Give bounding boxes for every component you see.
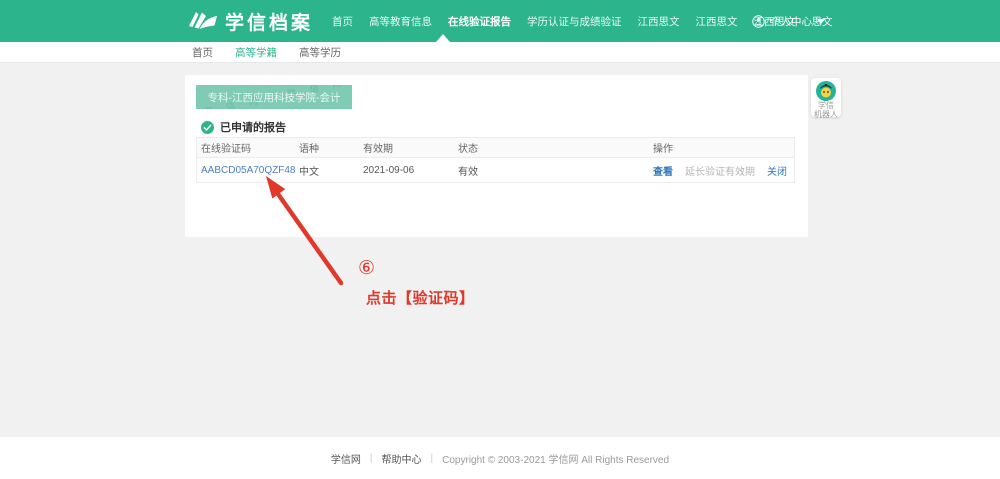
page: 学信档案 首页 高等教育信息 在线验证报告 学历认证与成绩验证 江西思文 江西思… xyxy=(0,0,1000,479)
user-menu[interactable]: 个人中心 xyxy=(752,0,825,42)
user-menu-label: 个人中心 xyxy=(770,14,812,29)
secondary-nav: 首页 高等学籍 高等学历 xyxy=(192,42,363,62)
extend-validity-action-link[interactable]: 延长验证有效期 xyxy=(685,163,755,178)
top-header-bar: 学信档案 首页 高等教育信息 在线验证报告 学历认证与成绩验证 江西思文 江西思… xyxy=(0,0,1000,42)
col-header-code: 在线验证码 xyxy=(197,138,295,157)
fanned-book-logo-icon xyxy=(188,9,218,33)
nav-item-online-verification-report[interactable]: 在线验证报告 xyxy=(440,14,519,29)
check-circle-icon xyxy=(201,121,214,134)
verification-code-link[interactable]: AABCD05A70QZF48U xyxy=(201,165,295,176)
subnav-item-home[interactable]: 首页 xyxy=(192,45,213,60)
footer-separator: | xyxy=(431,453,434,464)
cell-valid-until: 2021-09-06 xyxy=(359,158,454,182)
cell-status: 有效 xyxy=(454,158,649,182)
annotation-step-number: ⑥ xyxy=(358,257,375,280)
cell-language: 中文 xyxy=(295,158,359,182)
program-banner: 学信网 学信网 专科-江西应用科技学院-会计 xyxy=(196,85,352,109)
program-banner-text: 专科-江西应用科技学院-会计 xyxy=(208,90,341,105)
nav-item-credential-score-verification[interactable]: 学历认证与成绩验证 xyxy=(519,14,630,29)
table-header-row: 在线验证码 语种 有效期 状态 操作 xyxy=(197,138,794,158)
col-header-actions: 操作 xyxy=(649,138,790,157)
footer-copyright: Copyright © 2003-2021 学信网 All Rights Res… xyxy=(442,451,669,466)
verification-table: 在线验证码 语种 有效期 状态 操作 AABCD05A70QZF48U 中文 2… xyxy=(196,137,795,183)
view-action-link[interactable]: 查看 xyxy=(653,163,673,178)
col-header-validity: 有效期 xyxy=(359,138,454,157)
page-footer: 学信网 | 帮助中心 | Copyright © 2003-2021 学信网 A… xyxy=(0,437,1000,479)
nav-item-jiangxi-siwen-1[interactable]: 江西思文 xyxy=(630,14,688,29)
col-header-status: 状态 xyxy=(454,138,649,157)
robot-label-line2: 机器人 xyxy=(811,111,841,120)
table-row: AABCD05A70QZF48U 中文 2021-09-06 有效 查看 延长验… xyxy=(197,158,794,182)
section-header: 已申请的报告 xyxy=(201,119,286,135)
active-nav-notch xyxy=(436,34,450,42)
footer-separator: | xyxy=(370,453,373,464)
section-title: 已申请的报告 xyxy=(220,119,286,135)
subnav-item-higher-degree[interactable]: 高等学历 xyxy=(299,45,341,60)
nav-item-home[interactable]: 首页 xyxy=(324,14,361,29)
footer-link-help-center[interactable]: 帮助中心 xyxy=(382,451,422,466)
nav-item-jiangxi-siwen-2[interactable]: 江西思文 xyxy=(688,14,746,29)
subnav-item-higher-student-status[interactable]: 高等学籍 xyxy=(235,45,277,60)
close-action-link[interactable]: 关闭 xyxy=(767,163,787,178)
robot-avatar-icon xyxy=(816,81,836,101)
secondary-nav-bar: 首页 高等学籍 高等学历 xyxy=(0,42,1000,63)
nav-item-higher-education-info[interactable]: 高等教育信息 xyxy=(361,14,440,29)
chsi-robot-widget[interactable]: 学信 机器人 xyxy=(811,78,841,117)
col-header-language: 语种 xyxy=(295,138,359,157)
annotation-instruction-text: 点击【验证码】 xyxy=(366,287,475,308)
site-logo[interactable]: 学信档案 xyxy=(188,0,313,42)
user-circle-icon xyxy=(752,15,765,28)
caret-down-icon xyxy=(817,19,825,24)
footer-link-chsi[interactable]: 学信网 xyxy=(331,451,361,466)
report-panel: 学信网 学信网 专科-江西应用科技学院-会计 已申请的报告 在线验证码 语种 有… xyxy=(185,75,808,237)
site-logo-text: 学信档案 xyxy=(225,8,313,35)
